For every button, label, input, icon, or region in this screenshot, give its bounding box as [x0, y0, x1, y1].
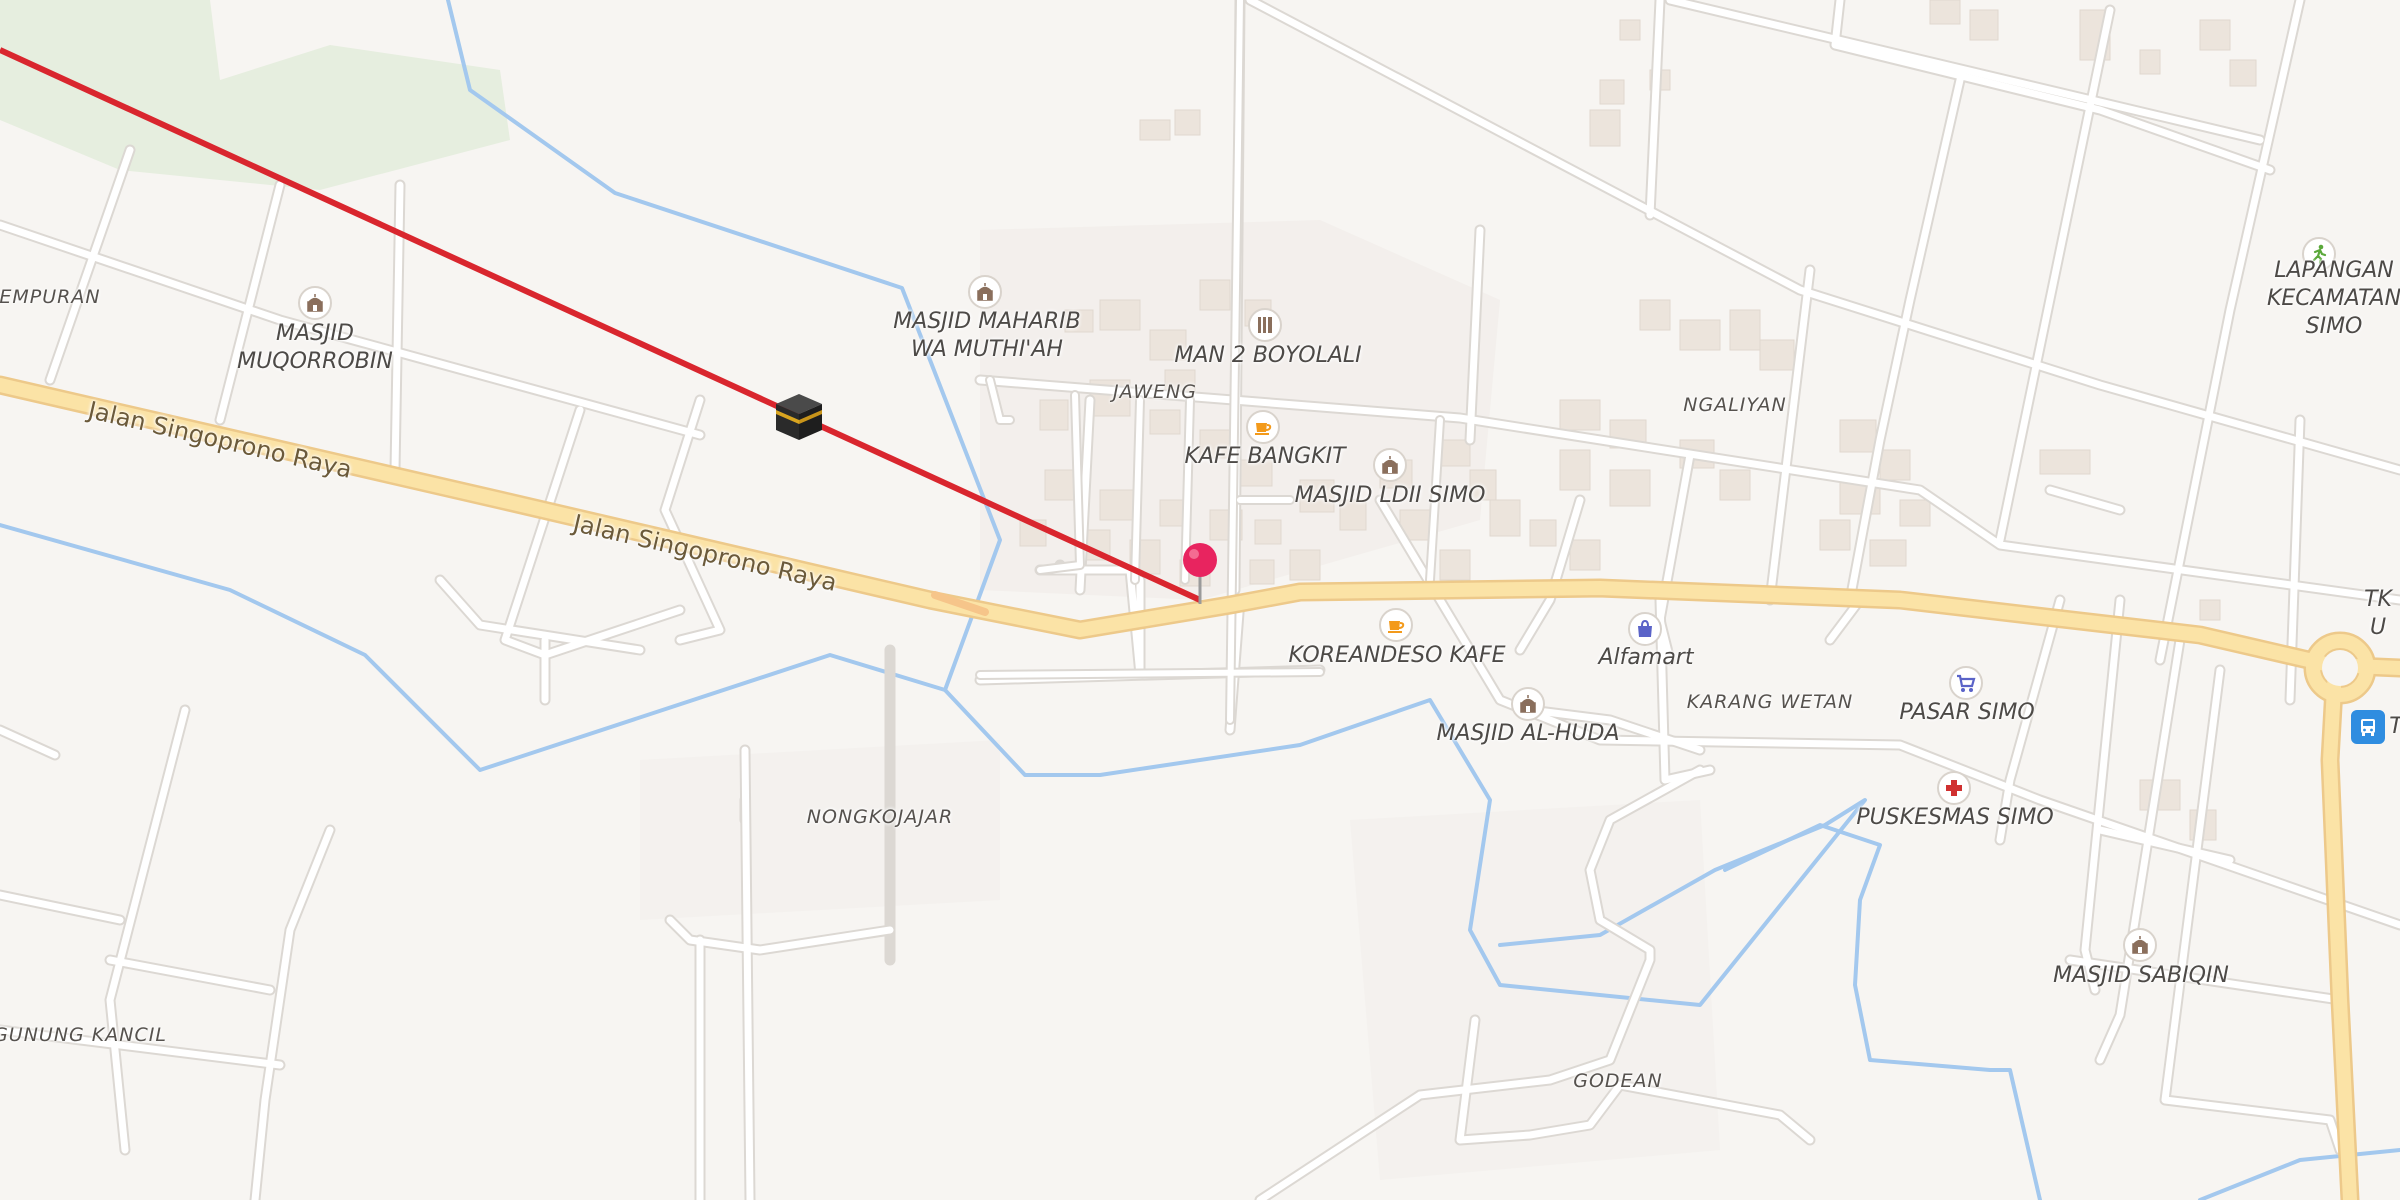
poi-label-tk[interactable]: TK U: [2364, 586, 2392, 642]
mosque-icon[interactable]: [968, 275, 1002, 309]
area-label-gunung-kancil: GUNUNG KANCIL: [0, 1024, 167, 1046]
cafe-icon[interactable]: [1246, 410, 1280, 444]
poi-label-kafe-bangkit[interactable]: KAFE BANGKIT: [1184, 443, 1345, 471]
area-label-jaweng: JAWENG: [1113, 381, 1197, 403]
shopping-cart-icon[interactable]: [1949, 666, 1983, 700]
poi-label-bus[interactable]: T: [2389, 713, 2400, 741]
hospital-cross-icon[interactable]: [1937, 771, 1971, 805]
cafe-icon[interactable]: [1379, 608, 1413, 642]
bus-icon[interactable]: [2351, 710, 2385, 744]
poi-label-masjid-maharib[interactable]: MASJID MAHARIB WA MUTHI'AH: [893, 308, 1080, 364]
location-pin-icon[interactable]: [1177, 540, 1223, 606]
kaaba-icon[interactable]: [770, 388, 828, 446]
shopping-bag-icon[interactable]: [1628, 612, 1662, 646]
poi-label-masjid-sabiqin[interactable]: MASJID SABIQIN: [2053, 962, 2229, 990]
school-icon[interactable]: [1248, 308, 1282, 342]
map-canvas[interactable]: Jalan Singoprono Raya Jalan Singoprono R…: [0, 0, 2400, 1200]
mosque-icon[interactable]: [2123, 928, 2157, 962]
poi-label-masjid-muqorrobin[interactable]: MASJID MUQORROBIN: [237, 320, 393, 376]
poi-label-man2[interactable]: MAN 2 BOYOLALI: [1174, 342, 1361, 370]
mosque-icon[interactable]: [298, 286, 332, 320]
area-label-nongkojajar: NONGKOJAJAR: [806, 806, 954, 828]
area-label-ngaliyan: NGALIYAN: [1683, 394, 1787, 416]
poi-label-puskesmas[interactable]: PUSKESMAS SIMO: [1856, 804, 2053, 832]
poi-label-alfamart[interactable]: Alfamart: [1599, 644, 1694, 672]
area-label-kempuran: EMPURAN: [0, 286, 101, 308]
poi-label-koreandeso[interactable]: KOREANDESO KAFE: [1289, 642, 1506, 670]
poi-label-lapangan[interactable]: LAPANGAN KECAMATAN SIMO: [2267, 257, 2400, 341]
area-label-karang-wetan: KARANG WETAN: [1686, 691, 1854, 713]
area-label-godean: GODEAN: [1573, 1070, 1663, 1092]
mosque-icon[interactable]: [1373, 448, 1407, 482]
mosque-icon[interactable]: [1511, 687, 1545, 721]
park-area: [0, 0, 510, 190]
poi-label-masjid-ldii[interactable]: MASJID LDII SIMO: [1295, 482, 1486, 510]
poi-label-masjid-alhuda[interactable]: MASJID AL-HUDA: [1436, 720, 1619, 748]
poi-label-pasar-simo[interactable]: PASAR SIMO: [1899, 699, 2034, 727]
